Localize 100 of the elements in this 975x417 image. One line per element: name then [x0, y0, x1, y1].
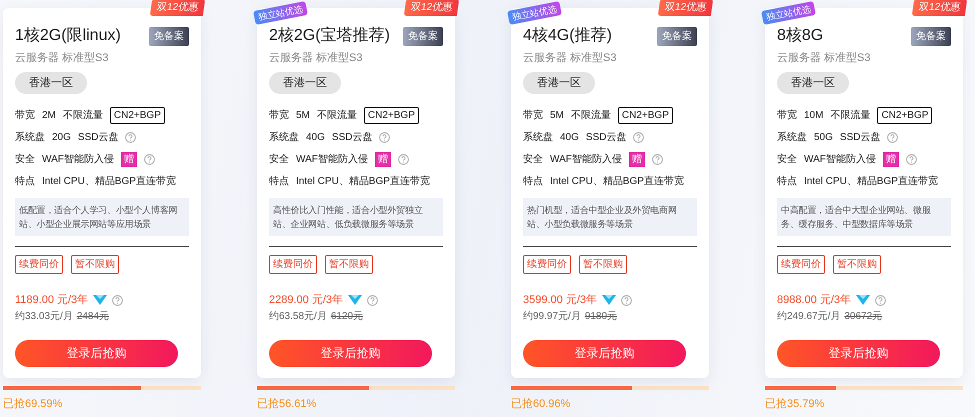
spec-value: SSD云盘 [840, 130, 880, 144]
help-icon[interactable] [367, 294, 378, 306]
plan-subtitle: 云服务器 标准型S3 [15, 51, 110, 66]
sold-percentage: 已抢56.61% [257, 397, 318, 412]
original-price: 9180元 [584, 310, 618, 324]
spec-label: 系统盘 [269, 130, 299, 144]
region-tag: 香港一区 [15, 72, 87, 94]
beian-badge: 免备案 [403, 26, 443, 46]
help-icon[interactable] [379, 132, 390, 142]
spec-value: 40G [306, 130, 325, 144]
plan-subtitle: 云服务器 标准型S3 [777, 51, 872, 66]
spec-label: 特点 [523, 174, 543, 188]
spec-value: 10M [804, 108, 824, 122]
gift-badge: 赠 [120, 152, 137, 166]
diamond-icon [855, 294, 871, 306]
promo-badge: 双12优惠 [912, 0, 968, 16]
spec-label: 系统盘 [523, 130, 553, 144]
feature-tag: 续费同价 [269, 255, 317, 274]
diamond-icon [92, 294, 108, 306]
spec-value: SSD云盘 [332, 130, 372, 144]
spec-label: 安全 [15, 152, 35, 166]
spec-value: Intel CPU、精品BGP直连带宽 [804, 174, 938, 188]
help-icon[interactable] [633, 132, 644, 142]
help-icon[interactable] [398, 154, 409, 164]
region-tag: 香港一区 [523, 72, 595, 94]
help-icon[interactable] [887, 132, 898, 142]
line-tag: CN2+BGP [618, 106, 673, 124]
spec-value: 不限流量 [62, 108, 103, 122]
monthly-price: 约99.97元/月 [523, 310, 581, 324]
spec-label: 特点 [15, 174, 35, 188]
spec-label: 安全 [777, 152, 797, 166]
promo-badge: 双12优惠 [404, 0, 460, 16]
spec-label: 系统盘 [777, 130, 807, 144]
help-icon[interactable] [652, 154, 663, 164]
feature-tag: 续费同价 [523, 255, 571, 274]
help-icon[interactable] [125, 132, 136, 142]
spec-value: 不限流量 [830, 108, 870, 122]
spec-value: SSD云盘 [586, 130, 626, 144]
feature-tag: 暂不限购 [325, 255, 373, 274]
spec-label: 系统盘 [15, 130, 45, 144]
spec-label: 带宽 [523, 108, 543, 122]
help-icon[interactable] [144, 154, 155, 164]
spec-value: WAF智能防入侵 [42, 152, 114, 166]
plan-subtitle: 云服务器 标准型S3 [269, 51, 364, 66]
help-icon[interactable] [875, 294, 886, 306]
plan-title: 1核2G(限linux) [15, 26, 121, 46]
gift-badge: 赠 [882, 152, 899, 166]
spec-label: 带宽 [15, 108, 35, 122]
promo-badge: 双12优惠 [150, 0, 206, 16]
buy-button[interactable]: 登录后抢购 [523, 340, 686, 366]
monthly-price: 约63.58元/月 [269, 310, 327, 324]
spec-value: 不限流量 [570, 108, 611, 122]
ribbon-badge: 独立站优选 [507, 1, 562, 25]
line-tag: CN2+BGP [364, 106, 419, 124]
ribbon-badge: 独立站优选 [253, 1, 308, 25]
line-tag: CN2+BGP [877, 106, 932, 124]
promo-badge: 双12优惠 [658, 0, 714, 16]
plan-description: 中高配置，适合中大型企业网站、微服务、缓存服务、中型数据库等场景 [777, 198, 951, 236]
spec-value: Intel CPU、精品BGP直连带宽 [550, 174, 684, 188]
spec-value: 40G [560, 130, 579, 144]
spec-value: 不限流量 [316, 108, 357, 122]
region-tag: 香港一区 [269, 72, 341, 94]
spec-value: Intel CPU、精品BGP直连带宽 [42, 174, 176, 188]
plan-description: 高性价比入门性能，适合小型外贸独立站、企业网站、低负载微服务等场景 [269, 198, 443, 236]
gift-badge: 赠 [628, 152, 645, 166]
spec-value: Intel CPU、精品BGP直连带宽 [296, 174, 430, 188]
gift-badge: 赠 [374, 152, 391, 166]
buy-button[interactable]: 登录后抢购 [777, 340, 940, 366]
plan-description: 低配置，适合个人学习、小型个人博客网站、小型企业展示网站等应用场景 [15, 198, 189, 236]
sold-percentage: 已抢60.96% [511, 397, 572, 412]
plan-description: 热门机型，适合中型企业及外贸电商网站、小型负载微服务等场景 [523, 198, 697, 236]
spec-label: 特点 [777, 174, 797, 188]
spec-value: 5M [296, 108, 310, 122]
diamond-icon [601, 294, 617, 306]
spec-value: WAF智能防入侵 [296, 152, 368, 166]
beian-badge: 免备案 [911, 26, 951, 46]
line-tag: CN2+BGP [110, 106, 165, 124]
plan-subtitle: 云服务器 标准型S3 [523, 51, 618, 66]
feature-tag: 暂不限购 [579, 255, 627, 274]
monthly-price: 约249.67元/月 [777, 310, 840, 324]
spec-value: 50G [814, 130, 833, 144]
plan-price: 2289.00 元/3年 [269, 293, 343, 308]
plan-title: 4核4G(推荐) [523, 26, 612, 46]
plan-price: 1189.00 元/3年 [15, 293, 88, 308]
plan-title: 2核2G(宝塔推荐) [269, 26, 390, 46]
plan-price: 3599.00 元/3年 [523, 293, 597, 308]
beian-badge: 免备案 [149, 26, 189, 46]
spec-label: 安全 [523, 152, 543, 166]
original-price: 6120元 [330, 310, 364, 324]
help-icon[interactable] [906, 154, 917, 164]
sold-percentage: 已抢69.59% [3, 397, 64, 412]
buy-button[interactable]: 登录后抢购 [15, 340, 178, 366]
help-icon[interactable] [112, 294, 124, 306]
feature-tag: 暂不限购 [833, 255, 881, 274]
help-icon[interactable] [621, 294, 632, 306]
spec-label: 安全 [269, 152, 289, 166]
spec-value: WAF智能防入侵 [804, 152, 876, 166]
buy-button[interactable]: 登录后抢购 [269, 340, 432, 366]
feature-tag: 续费同价 [15, 255, 63, 274]
diamond-icon [347, 294, 363, 306]
